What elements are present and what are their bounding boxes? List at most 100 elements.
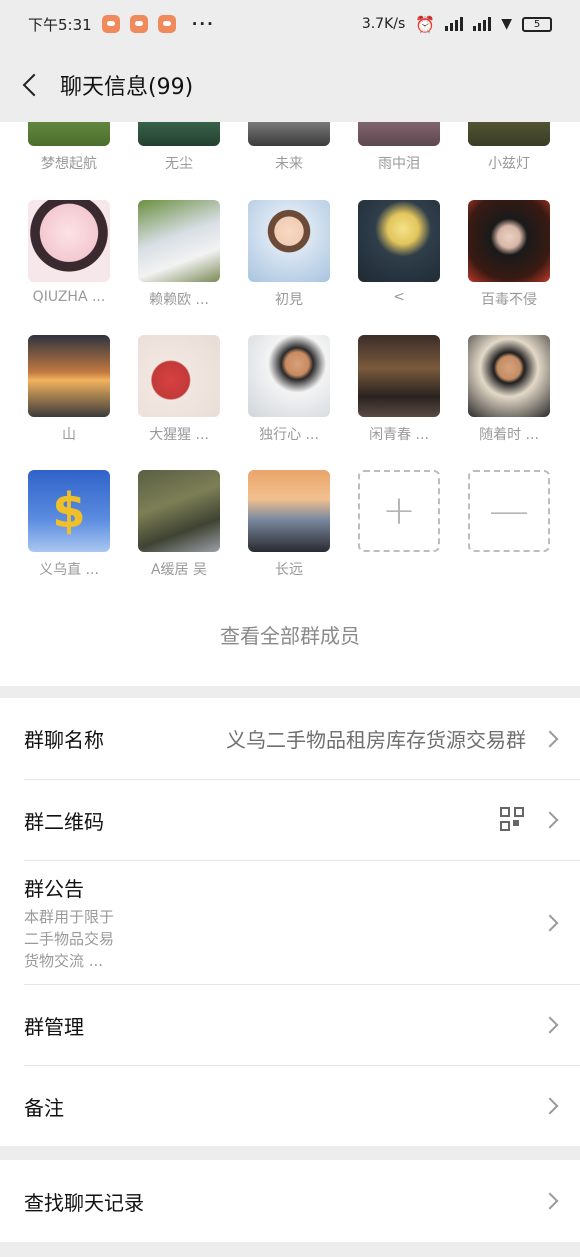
wifi-icon: ▼	[501, 16, 512, 32]
member-name: 初見	[275, 292, 303, 308]
chevron-right-icon	[541, 1016, 559, 1034]
back-button[interactable]	[0, 48, 60, 122]
member-item[interactable]: 独行心 ...	[234, 335, 344, 444]
status-time: 下午5:31	[28, 15, 92, 34]
plus-icon: +	[358, 470, 440, 552]
member-name: 梦想起航	[41, 156, 97, 172]
status-bar: 下午5:31 ··· 3.7K/s ⏰ ▼ 5	[0, 0, 580, 48]
group-notice-label: 群公告	[24, 877, 84, 901]
signal-icon	[473, 17, 492, 31]
avatar	[248, 122, 330, 146]
avatar	[468, 335, 550, 417]
member-name: 义乌直 ...	[39, 562, 99, 578]
avatar	[28, 122, 110, 146]
member-item[interactable]: 百毒不侵	[454, 200, 564, 309]
member-item[interactable]: 大猩猩 ...	[124, 335, 234, 444]
remark-label: 备注	[24, 1095, 64, 1120]
member-item[interactable]: 未来	[234, 122, 344, 173]
member-name: 随着时 ...	[479, 427, 539, 443]
search-history-section: 查找聊天记录	[0, 1160, 580, 1242]
group-notice-preview: 本群用于限于 二手物品交易 货物交流 ...	[24, 906, 114, 972]
avatar	[28, 200, 110, 282]
member-item[interactable]: QIUZHA ...	[14, 200, 124, 305]
group-notice-row[interactable]: 群公告 本群用于限于 二手物品交易 货物交流 ...	[24, 861, 580, 985]
member-item[interactable]: A缓居 吴	[124, 470, 234, 579]
chevron-right-icon	[541, 1192, 559, 1210]
member-item[interactable]: $ 义乌直 ...	[14, 470, 124, 579]
minus-icon: —	[468, 470, 550, 552]
signal-icon	[445, 17, 464, 31]
group-settings: 群聊名称 义乌二手物品租房库存货源交易群 群二维码 群公告 本群用于限于 二手物…	[0, 698, 580, 1146]
member-item[interactable]: 赖赖欧 ...	[124, 200, 234, 309]
member-item[interactable]: 雨中泪	[344, 122, 454, 173]
avatar	[358, 122, 440, 146]
remark-row[interactable]: 备注	[24, 1066, 580, 1146]
avatar	[248, 335, 330, 417]
member-item[interactable]: 闲青春 ...	[344, 335, 454, 444]
avatar	[138, 200, 220, 282]
notice-line: 本群用于限于	[24, 908, 115, 926]
avatar	[138, 335, 220, 417]
more-notifications-icon: ···	[191, 15, 215, 33]
member-item[interactable]: 小兹灯	[454, 122, 564, 173]
search-history-row[interactable]: 查找聊天记录	[24, 1160, 580, 1242]
message-app-icon	[157, 15, 176, 33]
member-item[interactable]: 随着时 ...	[454, 335, 564, 444]
member-item[interactable]: 长远	[234, 470, 344, 579]
notice-line: 货物交流 ...	[24, 952, 104, 970]
member-name: <	[393, 289, 405, 305]
chevron-right-icon	[541, 914, 559, 931]
avatar	[358, 200, 440, 282]
avatar	[358, 335, 440, 417]
avatar	[138, 122, 220, 146]
chevron-right-icon	[541, 811, 559, 829]
avatar	[468, 200, 550, 282]
member-item[interactable]: 无尘	[124, 122, 234, 173]
member-name: 赖赖欧 ...	[149, 292, 209, 308]
member-name: 独行心 ...	[259, 427, 319, 443]
member-name: 闲青春 ...	[369, 427, 429, 443]
member-name: 雨中泪	[378, 156, 420, 172]
member-name: 无尘	[165, 156, 193, 172]
member-name: 百毒不侵	[481, 292, 537, 308]
avatar: $	[28, 470, 110, 552]
remove-member-button[interactable]: —	[454, 470, 564, 552]
add-member-button[interactable]: +	[344, 470, 454, 552]
group-name-label: 群聊名称	[24, 728, 104, 752]
avatar	[28, 335, 110, 417]
member-item[interactable]: 梦想起航	[14, 122, 124, 173]
message-app-icon	[101, 15, 120, 33]
page-title: 聊天信息(99)	[60, 75, 194, 100]
battery-icon: 5	[522, 16, 552, 32]
chevron-right-icon	[541, 1097, 559, 1115]
group-qr-label: 群二维码	[24, 809, 104, 834]
chevron-left-icon	[22, 73, 46, 97]
message-app-icon	[129, 15, 148, 33]
search-history-label: 查找聊天记录	[24, 1190, 144, 1215]
group-name-row[interactable]: 群聊名称 义乌二手物品租房库存货源交易群	[24, 698, 580, 780]
avatar	[248, 470, 330, 552]
group-qr-row[interactable]: 群二维码	[24, 780, 580, 861]
member-item[interactable]: <	[344, 200, 454, 305]
member-item[interactable]: 山	[14, 335, 124, 444]
chevron-right-icon	[541, 730, 559, 747]
group-manage-label: 群管理	[24, 1014, 84, 1039]
view-all-members-link[interactable]: 查看全部群成员	[0, 620, 580, 649]
avatar	[468, 122, 550, 146]
member-name: A缓居 吴	[150, 562, 208, 578]
network-speed: 3.7K/s	[361, 16, 406, 32]
member-name: 山	[62, 427, 76, 443]
alarm-icon: ⏰	[415, 14, 436, 34]
notice-line: 二手物品交易	[24, 930, 115, 948]
member-name: 长远	[275, 562, 303, 578]
group-name-value: 义乌二手物品租房库存货源交易群	[226, 728, 526, 752]
member-name: QIUZHA ...	[32, 289, 106, 305]
qr-code-icon	[500, 807, 526, 833]
member-name: 小兹灯	[488, 156, 530, 172]
member-name: 未来	[275, 156, 303, 172]
member-item[interactable]: 初見	[234, 200, 344, 309]
avatar	[248, 200, 330, 282]
member-grid: 梦想起航 无尘 未来 雨中泪 小兹灯 QIUZHA ... 赖赖欧 ... 初見…	[0, 122, 580, 686]
group-manage-row[interactable]: 群管理	[24, 985, 580, 1066]
member-name: 大猩猩 ...	[149, 427, 209, 443]
